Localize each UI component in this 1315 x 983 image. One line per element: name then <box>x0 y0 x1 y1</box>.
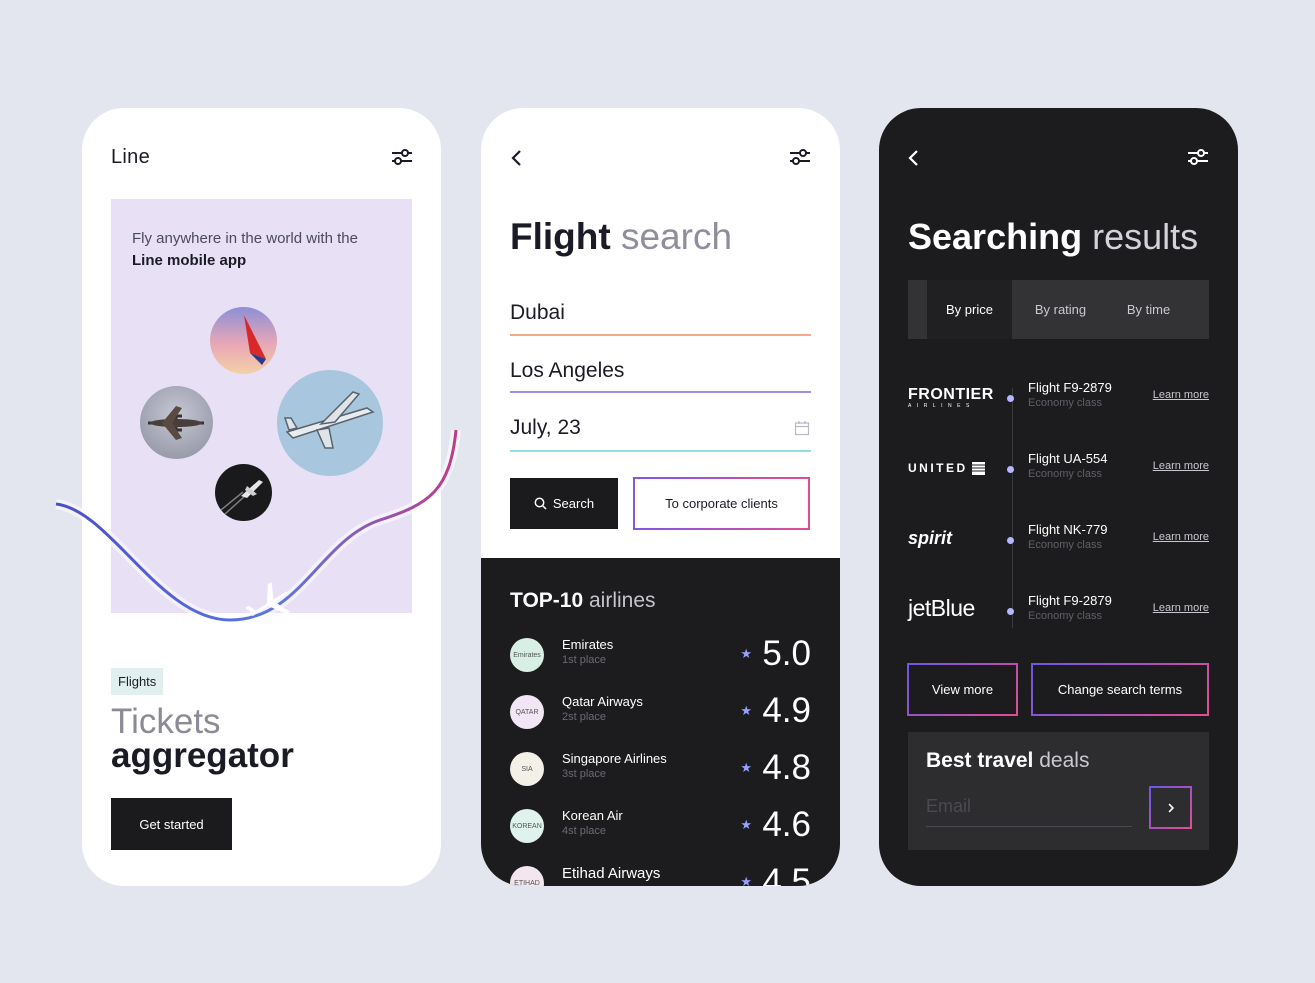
airline-place: 4st place <box>562 825 607 837</box>
airline-place: 2st place <box>562 711 607 723</box>
flight-number: Flight F9-2879 <box>1028 593 1112 608</box>
email-input[interactable]: Email <box>926 796 1132 827</box>
airline-score: 4.9 <box>762 691 811 730</box>
flight-path-wave <box>55 429 461 626</box>
headline-bold: aggregator <box>111 736 294 775</box>
airline-score: 5.0 <box>762 634 811 673</box>
flight-number: Flight F9-2879 <box>1028 380 1112 395</box>
airline-place: 3st place <box>562 768 607 780</box>
star-icon: ★ <box>740 817 752 832</box>
airline-score: 4.8 <box>762 748 811 787</box>
flight-class: Economy class <box>1028 397 1102 409</box>
filter-icon[interactable] <box>1186 146 1210 170</box>
flight-class: Economy class <box>1028 468 1102 480</box>
flight-search-screen: Flight search Dubai Los Angeles July, 23… <box>481 108 840 886</box>
airline-score: 4.6 <box>762 805 811 844</box>
filter-icon[interactable] <box>390 146 414 170</box>
star-icon: ★ <box>740 760 752 775</box>
date-field[interactable]: July, 23 <box>510 416 811 450</box>
etihad-logo-icon: ETIHAD <box>510 866 544 886</box>
flight-class: Economy class <box>1028 610 1102 622</box>
airline-name: Emirates <box>562 637 614 652</box>
timeline-dot <box>1007 466 1014 473</box>
star-icon: ★ <box>740 646 752 661</box>
airline-row[interactable]: QATAR Qatar Airways 2st place ★ 4.9 <box>510 691 811 733</box>
flight-result-row[interactable]: spirit Flight NK-779 Economy class Learn… <box>908 522 1209 562</box>
submit-email-button[interactable] <box>1149 786 1192 829</box>
airline-row[interactable]: SIA Singapore Airlines 3st place ★ 4.8 <box>510 748 811 790</box>
plane-photo-sunset <box>210 307 277 374</box>
flight-result-row[interactable]: FRONTIER AIRLINES Flight F9-2879 Economy… <box>908 380 1209 420</box>
sort-tabs: By price By rating By time <box>908 280 1209 339</box>
search-button[interactable]: Search <box>510 478 618 529</box>
category-tag: Flights <box>111 668 164 695</box>
airline-name: Korean Air <box>562 808 623 823</box>
from-field[interactable]: Dubai <box>510 301 811 335</box>
deals-panel: Best travel deals Email <box>908 732 1209 850</box>
top-airlines-panel: TOP-10 airlines Emirates Emirates 1st pl… <box>481 558 840 886</box>
search-results-screen: Searching results By price By rating By … <box>879 108 1238 886</box>
to-underline <box>510 391 811 393</box>
hero-text: Fly anywhere in the world with the Line … <box>132 230 358 269</box>
flight-class: Economy class <box>1028 539 1102 551</box>
from-underline <box>510 334 811 336</box>
airline-row[interactable]: Emirates Emirates 1st place ★ 5.0 <box>510 634 811 676</box>
star-icon: ★ <box>740 874 752 886</box>
results-timeline <box>1012 388 1013 628</box>
jetblue-logo: jetBlue <box>908 595 975 621</box>
airline-name: Singapore Airlines <box>562 751 667 766</box>
back-chevron-icon[interactable] <box>906 148 922 168</box>
airline-name: Qatar Airways <box>562 694 643 709</box>
search-button-label: Search <box>552 496 595 511</box>
calendar-icon[interactable] <box>794 420 810 436</box>
frontier-logo: FRONTIER AIRLINES <box>908 386 994 409</box>
top-airlines-title: TOP-10 airlines <box>510 589 656 612</box>
corporate-clients-button[interactable]: To corporate clients <box>633 477 810 530</box>
back-chevron-icon[interactable] <box>509 148 525 168</box>
flight-result-row[interactable]: jetBlue Flight F9-2879 Economy class Lea… <box>908 593 1209 633</box>
tab-by-price[interactable]: By price <box>927 280 1012 339</box>
timeline-dot <box>1007 608 1014 615</box>
deals-title: Best travel deals <box>926 749 1090 772</box>
airline-name: Etihad Airways <box>562 865 661 882</box>
learn-more-link[interactable]: Learn more <box>1153 389 1209 401</box>
tab-by-rating[interactable]: By rating <box>1018 280 1103 339</box>
learn-more-link[interactable]: Learn more <box>1153 602 1209 614</box>
filter-icon[interactable] <box>788 146 812 170</box>
spirit-logo: spirit <box>908 528 953 548</box>
timeline-dot <box>1007 537 1014 544</box>
app-logo: Line <box>111 146 151 168</box>
change-search-terms-button[interactable]: Change search terms <box>1031 663 1209 716</box>
learn-more-link[interactable]: Learn more <box>1153 460 1209 472</box>
flight-result-row[interactable]: UNITED Flight UA-554 Economy class Learn… <box>908 451 1209 491</box>
chevron-right-icon <box>1167 802 1174 813</box>
emirates-logo-icon: Emirates <box>510 638 544 672</box>
globe-icon <box>971 461 985 475</box>
page-title: Flight search <box>510 216 733 257</box>
airline-place: 1st place <box>562 654 607 666</box>
date-underline <box>510 450 811 452</box>
get-started-button[interactable]: Get started <box>111 798 232 850</box>
airline-row[interactable]: KOREAN Korean Air 4st place ★ 4.6 <box>510 805 811 847</box>
timeline-dot <box>1007 395 1014 402</box>
learn-more-link[interactable]: Learn more <box>1153 531 1209 543</box>
page-title: Searching results <box>908 216 1199 257</box>
star-icon: ★ <box>740 703 752 718</box>
tail-icon <box>244 315 266 365</box>
tab-by-time[interactable]: By time <box>1106 280 1191 339</box>
singapore-logo-icon: SIA <box>510 752 544 786</box>
korean-air-logo-icon: KOREAN <box>510 809 544 843</box>
united-logo: UNITED <box>908 461 985 475</box>
flight-number: Flight NK-779 <box>1028 522 1108 537</box>
qatar-logo-icon: QATAR <box>510 695 544 729</box>
flight-number: Flight UA-554 <box>1028 451 1108 466</box>
view-more-button[interactable]: View more <box>907 663 1018 716</box>
airline-score: 4.5 <box>762 862 811 886</box>
search-icon <box>534 497 547 510</box>
airline-row[interactable]: ETIHAD Etihad Airways ★ 4.5 <box>510 862 811 886</box>
to-field[interactable]: Los Angeles <box>510 359 811 393</box>
